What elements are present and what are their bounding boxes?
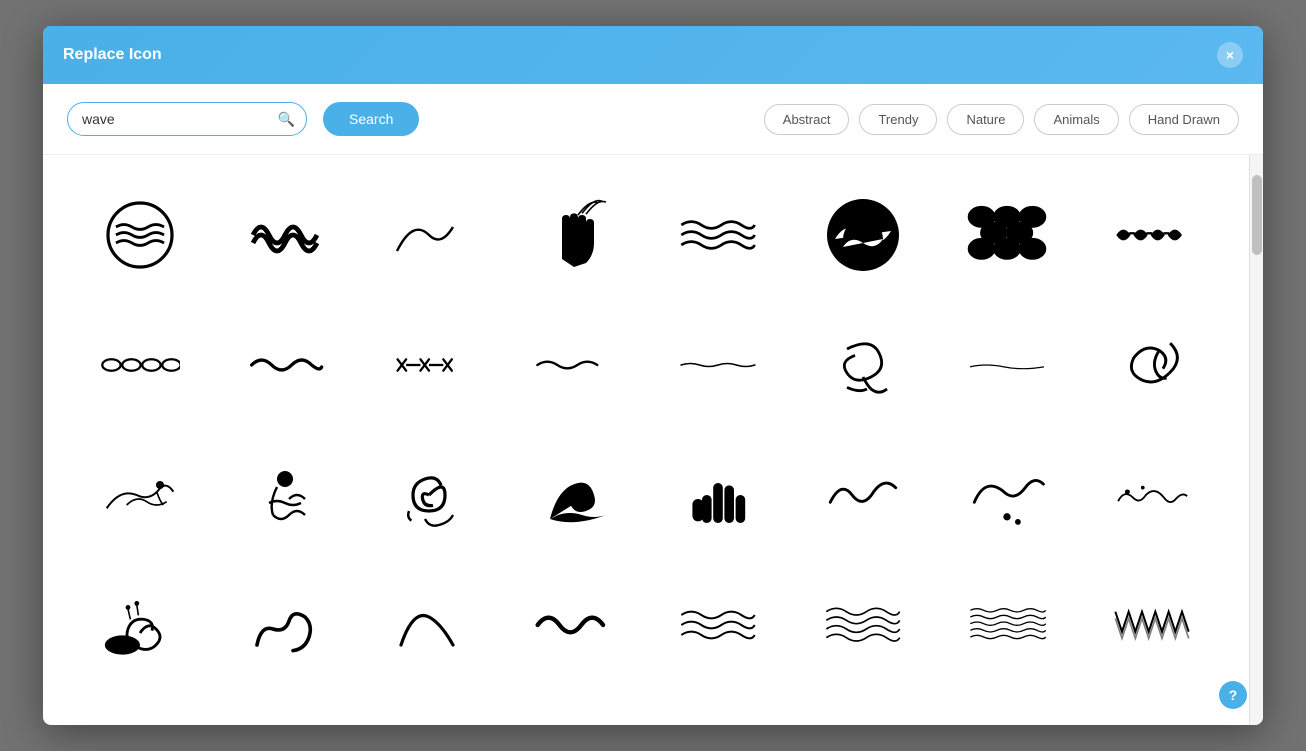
search-input[interactable] xyxy=(67,102,307,136)
icons-area xyxy=(43,155,1249,725)
filter-animals[interactable]: Animals xyxy=(1034,104,1118,135)
icon-approx-wave[interactable] xyxy=(507,565,642,685)
modal-body xyxy=(43,155,1263,725)
icon-wave-line[interactable] xyxy=(796,435,931,555)
icon-open-hand[interactable] xyxy=(651,435,786,555)
icon-long-wavy[interactable] xyxy=(651,305,786,425)
icon-squiggly-small[interactable] xyxy=(218,305,353,425)
scrollbar-thumb[interactable] xyxy=(1252,175,1262,255)
search-button[interactable]: Search xyxy=(323,102,419,136)
help-button[interactable]: ? xyxy=(1219,681,1247,709)
modal-title: Replace Icon xyxy=(63,46,162,64)
icon-swimmer[interactable] xyxy=(218,435,353,555)
icon-x-chain[interactable] xyxy=(362,305,497,425)
filter-hand-drawn[interactable]: Hand Drawn xyxy=(1129,104,1239,135)
search-wrapper: 🔍 xyxy=(67,102,307,136)
modal-toolbar: 🔍 Search Abstract Trendy Nature Animals … xyxy=(43,84,1263,155)
icon-curly-wave[interactable] xyxy=(1085,305,1220,425)
icon-chain-wave2[interactable] xyxy=(73,305,208,425)
icon-ocean-wave[interactable] xyxy=(796,175,931,295)
icon-chain-wave[interactable] xyxy=(1085,175,1220,295)
filter-abstract[interactable]: Abstract xyxy=(764,104,850,135)
icon-infinity-wave[interactable] xyxy=(218,175,353,295)
icon-simple-wave[interactable] xyxy=(362,175,497,295)
icon-wave-drops[interactable] xyxy=(940,435,1075,555)
icon-cloud-wave[interactable] xyxy=(1085,435,1220,555)
icon-wave-swirl[interactable] xyxy=(796,305,931,425)
icon-multi-wavy[interactable] xyxy=(651,565,786,685)
icon-spiral-wave[interactable] xyxy=(362,435,497,555)
replace-icon-modal: Replace Icon × 🔍 Search Abstract Trendy … xyxy=(43,26,1263,725)
icon-wave-arch[interactable] xyxy=(362,565,497,685)
icons-grid xyxy=(73,175,1219,685)
close-button[interactable]: × xyxy=(1217,42,1243,68)
icon-multi-wavy2[interactable] xyxy=(796,565,931,685)
filter-nature[interactable]: Nature xyxy=(947,104,1024,135)
icon-crashing-wave[interactable] xyxy=(507,435,642,555)
modal-header: Replace Icon × xyxy=(43,26,1263,84)
filter-trendy[interactable]: Trendy xyxy=(859,104,937,135)
icon-surfer-wave[interactable] xyxy=(73,435,208,555)
icon-wavy-lines[interactable] xyxy=(651,175,786,295)
icon-snail[interactable] xyxy=(73,565,208,685)
icon-flat-wave[interactable] xyxy=(940,305,1075,425)
filter-tags: Abstract Trendy Nature Animals Hand Draw… xyxy=(764,104,1239,135)
icon-wave-curl[interactable] xyxy=(218,565,353,685)
scrollbar-track[interactable] xyxy=(1249,155,1263,725)
icon-hand-wave[interactable] xyxy=(507,175,642,295)
icon-multi-wavy3[interactable] xyxy=(940,565,1075,685)
icon-zigzag-wave[interactable] xyxy=(1085,565,1220,685)
icon-wave-circle[interactable] xyxy=(73,175,208,295)
icon-fish-scale[interactable] xyxy=(940,175,1075,295)
icon-wavy-thin[interactable] xyxy=(507,305,642,425)
